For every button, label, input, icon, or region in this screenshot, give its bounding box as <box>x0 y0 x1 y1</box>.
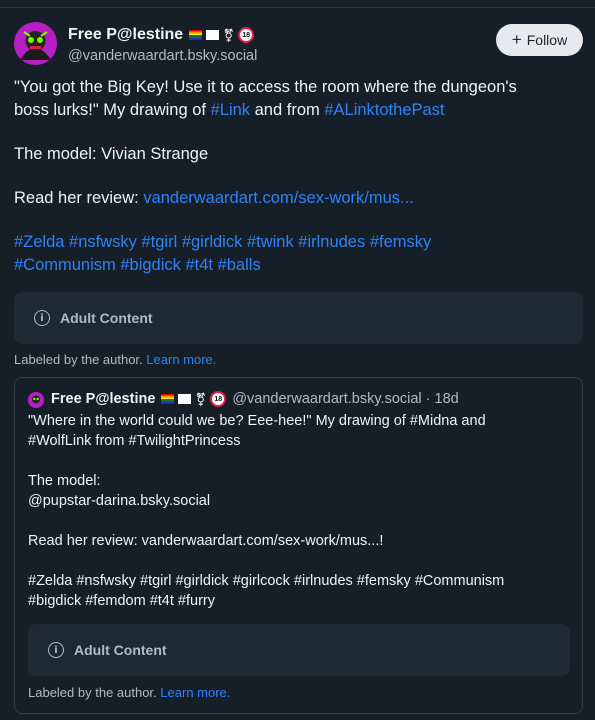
review-prefix: Read her review: <box>14 189 144 207</box>
author-name[interactable]: Free P@lestine <box>68 26 183 44</box>
quote-handle-time[interactable]: @vanderwaardart.bsky.social · 18d <box>232 391 458 407</box>
quote-labeled-by-author: Labeled by the author. Learn more. <box>28 685 230 700</box>
quote-tags-line-1: #Zelda #nsfwsky #tgirl #girldick #girlco… <box>28 573 505 589</box>
post-text-segment: and from <box>250 101 325 119</box>
quote-adult-content-label: Adult Content <box>74 642 167 658</box>
adult-content-label: Adult Content <box>60 310 153 326</box>
avatar-art-icon <box>14 22 57 65</box>
post-text-line-1: "You got the Big Key! Use it to access t… <box>14 78 517 96</box>
author-name-row[interactable]: Free P@lestine ⚧ 18 <box>68 26 255 44</box>
learn-more-link[interactable]: Learn more. <box>146 352 216 367</box>
follow-button[interactable]: + Follow <box>496 24 583 56</box>
white-flag-icon <box>178 394 192 404</box>
post-model-line: The model: Vivian Strange <box>14 145 209 163</box>
quote-adult-content-warning[interactable]: i Adult Content <box>28 624 570 676</box>
adult-18-icon: 18 <box>238 27 255 43</box>
quote-avatar-art-icon <box>28 392 44 408</box>
adult-18-icon: 18 <box>210 391 227 407</box>
author-handle[interactable]: @vanderwaardart.bsky.social <box>68 48 257 64</box>
transgender-symbol-icon: ⚧ <box>195 391 207 407</box>
hashtags-line-2[interactable]: #Communism #bigdick #t4t #balls <box>14 256 261 275</box>
post-text-segment: boss lurks!" My drawing of <box>14 101 211 119</box>
labeled-text: Labeled by the author. <box>14 352 143 367</box>
hashtag-alinktothepast[interactable]: #ALinktothePast <box>324 101 444 119</box>
quote-author-avatar[interactable] <box>28 392 44 408</box>
rainbow-flag-icon <box>189 30 203 40</box>
quote-tags-line-2: #bigdick #femdom #t4t #furry <box>28 593 215 609</box>
author-avatar[interactable] <box>14 22 57 65</box>
quote-model-label: The model: <box>28 473 101 489</box>
quoted-post[interactable]: Free P@lestine ⚧ 18 @vanderwaardart.bsky… <box>14 377 583 714</box>
quote-text-line-2: #WolfLink from #TwilightPrincess <box>28 433 241 449</box>
quote-flair-icons: ⚧ 18 <box>161 391 227 407</box>
labeled-by-author: Labeled by the author. Learn more. <box>14 352 216 367</box>
quote-review-line: Read her review: vanderwaardart.com/sex-… <box>28 533 384 549</box>
quote-model-handle: @pupstar-darina.bsky.social <box>28 493 211 509</box>
info-circle-icon: i <box>34 310 50 326</box>
hashtags-line-1[interactable]: #Zelda #nsfwsky #tgirl #girldick #twink … <box>14 233 431 252</box>
plus-icon: + <box>511 29 522 49</box>
adult-content-warning[interactable]: i Adult Content <box>14 292 583 344</box>
hashtag-link[interactable]: #Link <box>211 101 250 119</box>
transgender-symbol-icon: ⚧ <box>223 27 235 43</box>
rainbow-flag-icon <box>161 394 175 404</box>
flair-icons: ⚧ 18 <box>189 27 255 43</box>
info-circle-icon: i <box>48 642 64 658</box>
review-link[interactable]: vanderwaardart.com/sex-work/mus... <box>143 189 414 207</box>
quote-learn-more-link[interactable]: Learn more. <box>160 685 230 700</box>
quote-header: Free P@lestine ⚧ 18 @vanderwaardart.bsky… <box>51 391 459 407</box>
follow-label: Follow <box>526 32 568 48</box>
quote-author-name[interactable]: Free P@lestine <box>51 391 155 407</box>
quote-text-line-1: "Where in the world could we be? Eee-hee… <box>28 413 486 429</box>
post-review-line: Read her review: vanderwaardart.com/sex-… <box>14 189 414 208</box>
post-text-line-2: boss lurks!" My drawing of #Link and fro… <box>14 101 445 120</box>
white-flag-icon <box>206 30 220 40</box>
quote-labeled-text: Labeled by the author. <box>28 685 157 700</box>
top-divider <box>0 7 595 8</box>
